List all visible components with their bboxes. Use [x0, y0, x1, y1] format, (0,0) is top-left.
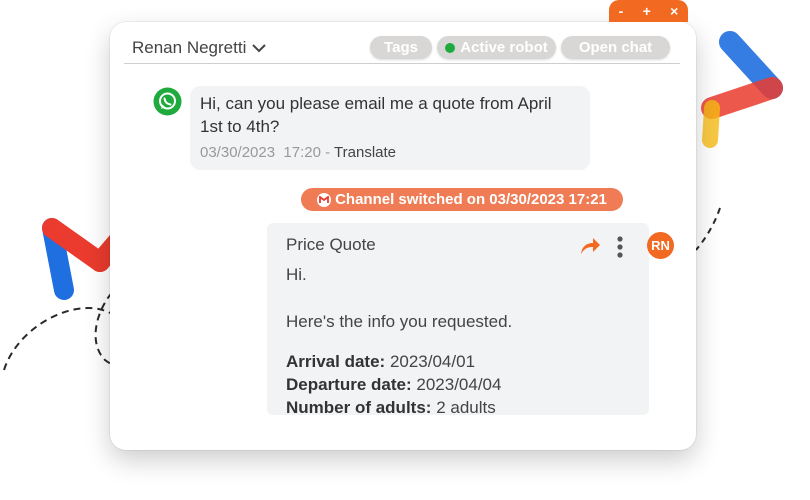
channel-switch-badge: Channel switched on 03/30/2023 17:21 [301, 188, 623, 211]
avatar: RN [647, 232, 674, 259]
field-value: 2023/04/01 [389, 352, 476, 371]
maximize-button[interactable]: + [643, 4, 651, 18]
incoming-message-bubble: Hi, can you please email me a quote from… [190, 86, 590, 170]
email-message-card: Price Quote Hi. Here's the info you requ… [267, 223, 649, 417]
decorative-dashed-line [695, 207, 721, 251]
message-meta: 03/30/2023 17:20 - Translate [200, 144, 396, 161]
field-value: 2023/04/04 [416, 375, 502, 394]
active-robot-label: Active robot [460, 39, 548, 56]
email-intro: Here's the info you requested. [286, 312, 513, 331]
robot-status-dot [445, 42, 456, 53]
field-label: Departure date: [286, 375, 412, 394]
forward-icon[interactable] [579, 236, 601, 256]
field-label: Arrival date: [286, 352, 386, 371]
chat-header: Renan Negretti Tags Active robot Open ch… [124, 32, 680, 64]
message-text: Hi, can you please email me a quote from… [200, 94, 552, 136]
decorative-blue-red-shape [701, 31, 783, 148]
email-greeting: Hi. [286, 265, 307, 284]
channel-switch-text: Channel switched on 03/30/2023 17:21 [335, 191, 607, 208]
email-field-adults: Number of adults: 2 adults [286, 396, 616, 419]
contact-selector[interactable]: Renan Negretti [132, 38, 267, 58]
email-subject: Price Quote [286, 235, 376, 254]
meta-separator: - [325, 144, 331, 161]
email-field-departure: Departure date: 2023/04/04 [286, 373, 616, 396]
translate-link[interactable]: Translate [334, 144, 396, 161]
contact-name: Renan Negretti [132, 38, 247, 57]
chat-window: Renan Negretti Tags Active robot Open ch… [110, 22, 696, 450]
minimize-button[interactable]: - [619, 4, 624, 18]
close-button[interactable]: × [670, 4, 678, 18]
message-date: 03/30/2023 [200, 144, 276, 161]
open-chat-label: Open chat [578, 39, 653, 56]
email-body: Hi. Here's the info you requested. Arriv… [286, 263, 616, 419]
tags-button-label: Tags [384, 39, 418, 56]
more-vertical-icon[interactable] [615, 235, 625, 259]
active-robot-button[interactable]: Active robot [437, 36, 556, 59]
open-chat-button[interactable]: Open chat [561, 36, 670, 59]
field-value: 2 adults [436, 398, 496, 417]
email-field-arrival: Arrival date: 2023/04/01 [286, 350, 616, 373]
message-time: 17:20 [283, 144, 321, 161]
whatsapp-icon [153, 87, 182, 116]
chevron-down-icon [252, 44, 267, 53]
window-controls: - + × [609, 0, 688, 22]
field-label: Number of adults: [286, 398, 432, 417]
tags-button[interactable]: Tags [370, 36, 432, 59]
gmail-icon [317, 192, 332, 207]
